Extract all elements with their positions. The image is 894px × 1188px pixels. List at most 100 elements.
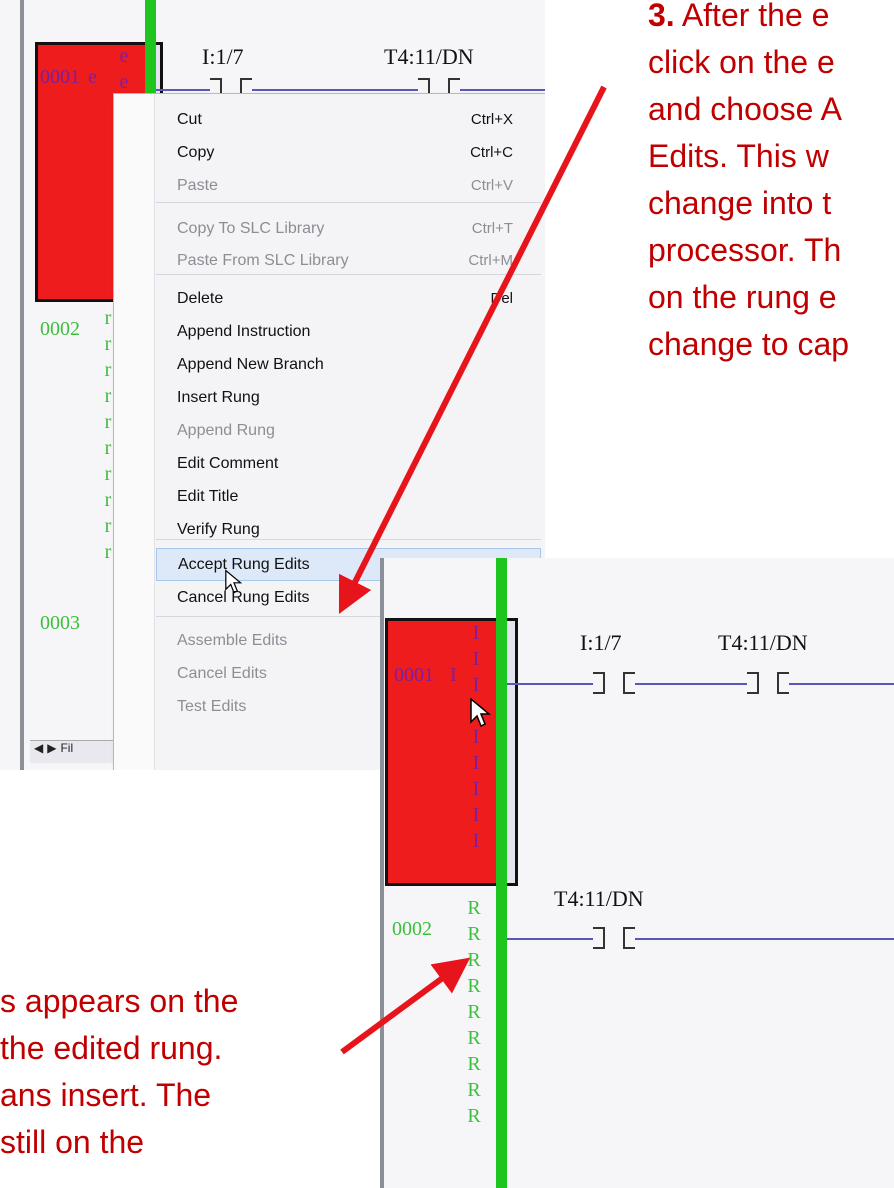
rung-marker-letter: R xyxy=(467,1053,481,1075)
rung-number-0001[interactable]: 0001 xyxy=(394,664,434,687)
menu-item-append-rung[interactable]: Append Rung xyxy=(156,414,541,447)
menu-item-label: Paste From SLC Library xyxy=(177,252,349,269)
note-line-3: and choose A xyxy=(648,91,842,127)
rung-number-0002[interactable]: 0002 xyxy=(392,918,432,941)
note-line-3: ans insert. The xyxy=(0,1077,212,1113)
rung-marker-letter: I xyxy=(472,830,480,852)
menu-item-label: Append Rung xyxy=(177,422,275,439)
note-line-2: the edited rung. xyxy=(0,1030,223,1066)
menu-item-label: Paste xyxy=(177,177,218,194)
menu-item-shortcut: Ctrl+V xyxy=(470,177,513,194)
menu-item-label: Copy To SLC Library xyxy=(177,220,325,237)
menu-item-edit-comment[interactable]: Edit Comment xyxy=(156,447,541,480)
rung-0001-wire xyxy=(507,683,894,685)
menu-item-label: Assemble Edits xyxy=(177,632,288,649)
rung-marker-letter: R xyxy=(467,923,481,945)
menu-item-copy-to-slc-library[interactable]: Copy To SLC Library Ctrl+T xyxy=(156,212,541,245)
menu-separator xyxy=(156,274,541,275)
xic-contact-1[interactable] xyxy=(593,672,635,694)
menu-item-shortcut: Ctrl+M xyxy=(468,252,513,269)
menu-item-label: Cut xyxy=(177,111,202,128)
menu-item-label: Insert Rung xyxy=(177,389,260,406)
xic-contact-2[interactable] xyxy=(747,672,789,694)
menu-item-paste[interactable]: Paste Ctrl+V xyxy=(156,169,541,202)
left-margin-bar xyxy=(20,0,24,770)
menu-item-insert-rung[interactable]: Insert Rung xyxy=(156,381,541,414)
note-line-4: Edits. This w xyxy=(648,138,829,174)
instruction-tag-t4-11-dn: T4:11/DN xyxy=(718,630,808,655)
menu-item-paste-from-slc-library[interactable]: Paste From SLC Library Ctrl+M xyxy=(156,244,541,277)
menu-separator xyxy=(156,202,541,203)
menu-separator xyxy=(156,539,541,540)
rung-marker-letter: I xyxy=(472,752,480,774)
rung-marker-letter: R xyxy=(467,975,481,997)
menu-item-label: Test Edits xyxy=(177,698,247,715)
mouse-pointer-icon xyxy=(470,698,492,728)
rung-edit-marker: e xyxy=(88,66,97,88)
instruction-tag-i-1-7: I:1/7 xyxy=(202,44,244,69)
rung-marker-letter: R xyxy=(467,1079,481,1101)
menu-item-shortcut: Del xyxy=(490,290,513,307)
rung-0002-wire xyxy=(507,938,894,940)
insert-marker-column: IIIIIIIII xyxy=(468,620,484,854)
instruction-tag-i-1-7: I:1/7 xyxy=(580,630,622,655)
menu-item-edit-title[interactable]: Edit Title xyxy=(156,480,541,513)
menu-item-copy[interactable]: Copy Ctrl+C xyxy=(156,136,541,169)
left-power-rail xyxy=(496,558,507,1188)
note-line-2: click on the e xyxy=(648,44,835,80)
menu-item-label: Verify Rung xyxy=(177,521,260,538)
note-line-6: processor. Th xyxy=(648,232,842,268)
rung-marker-letter: I xyxy=(472,648,480,670)
ladder-editor-screenshot-2: 0001 I IIIIIIIII 0002 RRRRRRRRR I:1/7 T4… xyxy=(380,558,894,1188)
instruction-note-right: 3. After the e click on the e and choose… xyxy=(648,0,849,368)
xic-contact-3[interactable] xyxy=(593,927,635,949)
rung-number-0002[interactable]: 0002 xyxy=(40,318,80,341)
rung-marker-letter: I xyxy=(472,674,480,696)
rung-marker-letter: I xyxy=(472,622,480,644)
menu-item-label: Cancel Rung Edits xyxy=(177,589,310,606)
rung-number-0001[interactable]: 0001 xyxy=(40,66,80,89)
menu-item-label: Edit Title xyxy=(177,488,239,505)
menu-item-verify-rung[interactable]: Verify Rung xyxy=(156,513,541,546)
menu-item-label: Copy xyxy=(177,144,215,161)
menu-item-append-new-branch[interactable]: Append New Branch xyxy=(156,348,541,381)
rung-marker-letter: I xyxy=(472,804,480,826)
menu-item-shortcut: Ctrl+C xyxy=(470,144,513,161)
rung-number-0003[interactable]: 0003 xyxy=(40,612,80,635)
menu-icon-gutter xyxy=(114,94,155,770)
sheet-tab[interactable]: Fil xyxy=(60,741,73,755)
menu-item-label: Append Instruction xyxy=(177,323,311,340)
note-line-1: s appears on the xyxy=(0,983,239,1019)
replace-marker-column: RRRRRRRRR xyxy=(466,895,482,1129)
menu-item-delete[interactable]: Delete Del xyxy=(156,282,541,315)
rung-marker-letter: R xyxy=(467,1001,481,1023)
rung-marker-letter: R xyxy=(467,949,481,971)
menu-item-label: Edit Comment xyxy=(177,455,279,472)
scroll-right-icon[interactable]: ▶ xyxy=(47,741,56,755)
rung-marker-letter: e xyxy=(119,45,129,67)
left-margin-bar xyxy=(380,558,384,1188)
rung-insert-marker: I xyxy=(450,664,457,686)
note-line-8: change to cap xyxy=(648,326,850,362)
note-line-7: on the rung e xyxy=(648,279,837,315)
menu-item-shortcut: Ctrl+T xyxy=(471,220,513,237)
menu-item-label: Append New Branch xyxy=(177,356,324,373)
menu-item-label: Accept Rung Edits xyxy=(178,556,310,573)
rung-marker-letter: R xyxy=(467,897,481,919)
instruction-tag-t4-11-dn-rung2: T4:11/DN xyxy=(554,886,644,911)
rung-marker-letter: R xyxy=(467,1027,481,1049)
scroll-left-icon[interactable]: ◀ xyxy=(34,741,43,755)
rung-marker-letter: R xyxy=(467,1105,481,1127)
instruction-note-left: s appears on the the edited rung. ans in… xyxy=(0,978,238,1166)
note-line-1: 3. After the e xyxy=(648,0,849,39)
menu-item-label: Cancel Edits xyxy=(177,665,267,682)
menu-item-cut[interactable]: Cut Ctrl+X xyxy=(156,103,541,136)
rung-marker-letter: e xyxy=(119,71,129,93)
rung-marker-letter: I xyxy=(472,778,480,800)
instruction-tag-t4-11-dn: T4:11/DN xyxy=(384,44,474,69)
note-line-4: still on the xyxy=(0,1124,145,1160)
menu-item-shortcut: Ctrl+X xyxy=(470,111,513,128)
menu-item-label: Delete xyxy=(177,290,224,307)
menu-item-append-instruction[interactable]: Append Instruction xyxy=(156,315,541,348)
note-line-5: change into t xyxy=(648,185,832,221)
